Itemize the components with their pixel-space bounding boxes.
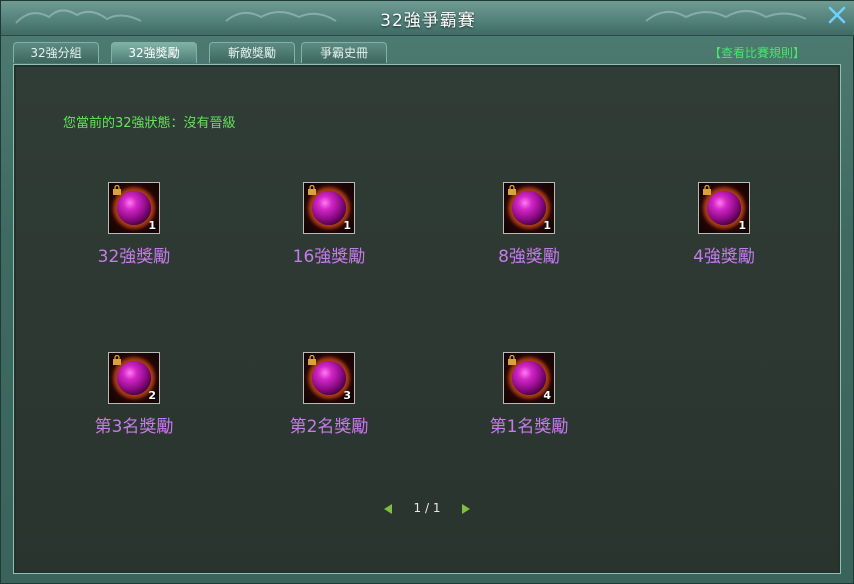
purple-orb-icon [512, 361, 546, 395]
window-title: 32強爭霸賽 [380, 11, 476, 31]
item-count: 1 [738, 219, 746, 232]
purple-orb-icon [707, 191, 741, 225]
lock-icon [508, 355, 516, 365]
reward-item: 1 32強獎勵 [54, 182, 214, 267]
close-icon[interactable] [827, 5, 847, 25]
reward-slot[interactable]: 2 [108, 352, 160, 404]
reward-item: 2 第3名獎勵 [54, 352, 214, 437]
reward-label: 第1名獎勵 [489, 417, 569, 437]
pagination: 1 / 1 [14, 501, 840, 515]
reward-item: 4 第1名獎勵 [449, 352, 609, 437]
view-rules-link[interactable]: 【查看比賽規則】 [709, 44, 805, 61]
lock-icon [308, 355, 316, 365]
tab-label: 32強分組 [30, 46, 82, 60]
reward-item: 1 8強獎勵 [449, 182, 609, 267]
item-count: 3 [343, 389, 351, 402]
item-count: 1 [543, 219, 551, 232]
tab-label: 爭霸史冊 [319, 46, 368, 60]
status-text: 您當前的32強狀態：沒有晉級 [63, 116, 236, 131]
lock-icon [508, 185, 516, 195]
tab-32-rewards[interactable]: 32強獎勵 [111, 42, 197, 63]
item-count: 1 [148, 219, 156, 232]
reward-label: 32強獎勵 [97, 247, 171, 267]
reward-label: 8強獎勵 [498, 247, 560, 267]
reward-item: 1 16強獎勵 [249, 182, 409, 267]
lock-icon [703, 185, 711, 195]
reward-slot[interactable]: 1 [698, 182, 750, 234]
reward-slot[interactable]: 1 [303, 182, 355, 234]
lock-icon [113, 355, 121, 365]
title-bar: 32強爭霸賽 [1, 1, 854, 36]
item-count: 4 [543, 389, 551, 402]
purple-orb-icon [512, 191, 546, 225]
reward-label: 第3名獎勵 [94, 417, 174, 437]
tab-history[interactable]: 爭霸史冊 [301, 42, 387, 63]
reward-label: 16強獎勵 [292, 247, 366, 267]
prev-page-icon[interactable] [383, 503, 392, 514]
reward-label: 4強獎勵 [693, 247, 755, 267]
item-count: 2 [148, 389, 156, 402]
reward-label: 第2名獎勵 [289, 417, 369, 437]
purple-orb-icon [117, 361, 151, 395]
tab-32-groups[interactable]: 32強分組 [13, 42, 99, 63]
lock-icon [113, 185, 121, 195]
purple-orb-icon [117, 191, 151, 225]
content-panel: 您當前的32強狀態：沒有晉級 1 32強獎勵 1 16強獎勵 1 8強獎勵 1 … [13, 64, 841, 574]
purple-orb-icon [312, 191, 346, 225]
reward-slot[interactable]: 3 [303, 352, 355, 404]
tab-label: 32強獎勵 [128, 46, 180, 60]
reward-item: 1 4強獎勵 [644, 182, 804, 267]
purple-orb-icon [312, 361, 346, 395]
lock-icon [308, 185, 316, 195]
tab-label: 斬敵獎勵 [227, 46, 276, 60]
reward-slot[interactable]: 4 [503, 352, 555, 404]
reward-item: 3 第2名獎勵 [249, 352, 409, 437]
next-page-icon[interactable] [462, 503, 471, 514]
page-indicator: 1 / 1 [413, 501, 441, 515]
dialog-window: 32強爭霸賽 32強分組 32強獎勵 斬敵獎勵 爭霸史冊 【查看比賽規則】 您當… [0, 0, 854, 584]
tab-kill-rewards[interactable]: 斬敵獎勵 [209, 42, 295, 63]
item-count: 1 [343, 219, 351, 232]
reward-slot[interactable]: 1 [108, 182, 160, 234]
reward-slot[interactable]: 1 [503, 182, 555, 234]
